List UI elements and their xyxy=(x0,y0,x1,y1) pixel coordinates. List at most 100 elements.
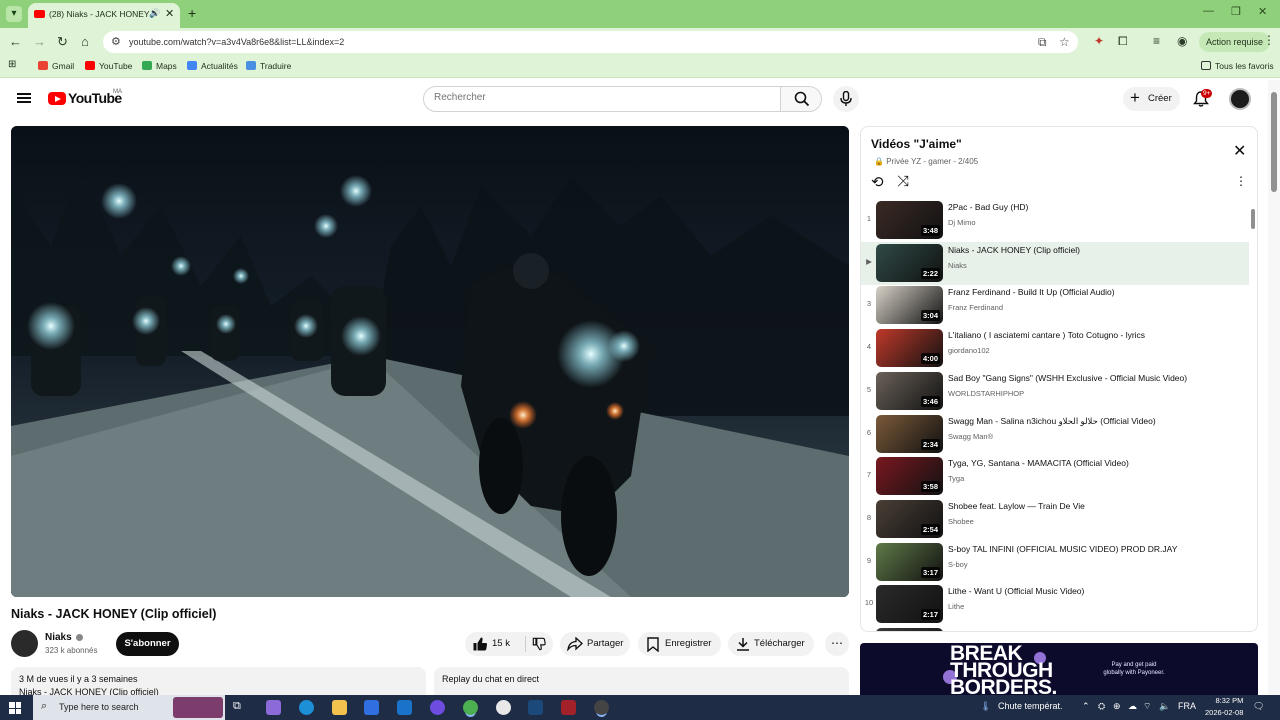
bookmark-actualites[interactable]: Actualités xyxy=(187,61,238,71)
playlist-item[interactable]: 7 3:58 Tyga, YG, Santana - MAMACITA (Offic… xyxy=(861,455,1249,498)
shuffle-icon[interactable]: ⤨ xyxy=(897,173,909,190)
playlist-item-thumbnail[interactable]: 4:00 xyxy=(876,329,943,368)
tray-app-icon[interactable]: ⛭ xyxy=(1098,701,1105,712)
playlist-item[interactable]: 6 2:34 Swagg Man - Salina n3ichou حلالو ال… xyxy=(861,413,1249,456)
app-icon[interactable] xyxy=(430,700,445,715)
playlist-item[interactable]: ▶ 2:22 Niaks - JACK HONEY (Clip officiel) N… xyxy=(861,241,1249,285)
dislike-button[interactable] xyxy=(526,632,553,656)
minimize-icon[interactable]: — xyxy=(1203,5,1214,17)
playlist-title[interactable]: Vidéos "J'aime" xyxy=(871,137,962,151)
playlist-item-channel[interactable]: WORLDSTARHIPHOP xyxy=(948,389,1024,398)
playlist-item-channel[interactable]: Swagg Man® xyxy=(948,432,993,441)
tray-app-icon[interactable]: ⊕ xyxy=(1113,701,1121,712)
taskbar-search[interactable]: ⌕ Type here to search xyxy=(33,695,225,720)
playlist-item[interactable]: 4 4:00 L'italiano ( I asciatemi cantare ) … xyxy=(861,327,1249,370)
playlist-item-title[interactable]: L'italiano ( I asciatemi cantare ) Toto … xyxy=(948,330,1248,340)
notification-center-icon[interactable]: 🗨 xyxy=(1253,701,1264,712)
save-button[interactable]: Enregistrer xyxy=(638,632,721,656)
playlist-item-thumbnail[interactable]: 2:34 xyxy=(876,414,943,453)
playlist-item[interactable]: Lithe - 111 (Official Music Video) xyxy=(861,626,1249,631)
video-player[interactable] xyxy=(11,126,849,597)
weather-text[interactable]: Chute températ. xyxy=(998,701,1063,711)
search-button[interactable] xyxy=(780,86,822,112)
edge-icon[interactable] xyxy=(299,700,314,715)
extensions-puzzle-icon[interactable]: ⧠ xyxy=(1118,34,1128,49)
playlist-item[interactable]: 10 2:17 Lithe - Want U (Official Music Vid… xyxy=(861,583,1249,626)
playlist-item-channel[interactable]: Franz Ferdinand xyxy=(948,303,1003,312)
copilot-icon[interactable] xyxy=(266,700,281,715)
reading-list-icon[interactable]: ≡ xyxy=(1153,34,1160,48)
bookmark-gmail[interactable]: Gmail xyxy=(38,61,74,71)
url-text[interactable]: youtube.com/watch?v=a3v4Va8r6e8&list=LL&… xyxy=(129,37,344,47)
playlist-item-title[interactable]: Tyga, YG, Santana - MAMACITA (Official V… xyxy=(948,458,1248,468)
playlist-item-thumbnail[interactable] xyxy=(876,628,943,631)
browser-menu-icon[interactable]: ⋮ xyxy=(1263,33,1275,47)
wifi-icon[interactable]: ⌔ xyxy=(1143,701,1151,712)
search-box[interactable] xyxy=(423,86,781,112)
playlist-item[interactable]: 3 3:04 Franz Ferdinand - Build It Up (Offi… xyxy=(861,284,1249,327)
apps-grid-icon[interactable]: ⊞ xyxy=(8,59,16,70)
windows-start-icon[interactable] xyxy=(9,702,21,714)
tray-chevron-icon[interactable]: ⌃ xyxy=(1082,701,1090,712)
cloud-icon[interactable]: ☁ xyxy=(1128,701,1137,712)
playlist-item-title[interactable]: Sad Boy "Gang Signs" (WSHH Exclusive - O… xyxy=(948,373,1248,383)
search-input[interactable] xyxy=(434,92,764,103)
playlist-item[interactable]: 8 2:54 Shobee feat. Laylow — Train De Vie S… xyxy=(861,498,1249,541)
playlist-item-title[interactable]: Lithe - 111 (Official Music Video) xyxy=(948,629,1248,631)
playlist-item-title[interactable]: Franz Ferdinand - Build It Up (Official … xyxy=(948,287,1248,297)
playlist-item-thumbnail[interactable]: 3:17 xyxy=(876,542,943,581)
playlist-item-thumbnail[interactable]: 3:04 xyxy=(876,286,943,325)
loop-icon[interactable]: ⟲ xyxy=(871,173,884,191)
playlist-scrollbar[interactable] xyxy=(1251,209,1255,229)
obs-icon[interactable] xyxy=(594,700,609,715)
playlist-item-title[interactable]: Niaks - JACK HONEY (Clip officiel) xyxy=(948,245,1248,255)
extension-butterfly-icon[interactable]: ✦ xyxy=(1094,34,1104,48)
bookmark-traduire[interactable]: Traduire xyxy=(246,61,291,71)
task-view-icon[interactable]: ⧉ xyxy=(233,700,248,715)
chrome-icon[interactable] xyxy=(463,700,478,715)
create-button[interactable]: + Créer xyxy=(1123,87,1180,111)
tab-close-icon[interactable]: ✕ xyxy=(165,7,174,20)
back-icon[interactable]: ← xyxy=(9,34,22,49)
playlist-item-thumbnail[interactable]: 3:58 xyxy=(876,457,943,496)
window-close-icon[interactable]: ✕ xyxy=(1258,5,1267,18)
channel-name[interactable]: Niaks xyxy=(45,632,72,643)
playlist-owner[interactable]: YZ - gamer xyxy=(911,157,951,166)
file-explorer-icon[interactable] xyxy=(332,700,347,715)
restore-icon[interactable]: ❐ xyxy=(1231,5,1241,18)
outlook-icon[interactable] xyxy=(397,700,412,715)
playlist-item-thumbnail[interactable]: 2:54 xyxy=(876,499,943,538)
playlist-item-title[interactable]: Swagg Man - Salina n3ichou حلالو الحلاو … xyxy=(948,416,1248,427)
playlist-item[interactable]: 9 3:17 S-boy TAL INFINI (OFFICIAL MUSIC VI… xyxy=(861,541,1249,584)
omnibox[interactable]: ⚙ youtube.com/watch?v=a3v4Va8r6e8&list=L… xyxy=(103,31,1078,53)
site-info-icon[interactable]: ⚙ xyxy=(111,35,121,48)
page-scrollbar-thumb[interactable] xyxy=(1271,92,1277,192)
install-app-icon[interactable]: ⧉ xyxy=(1038,35,1047,50)
reload-icon[interactable]: ↻ xyxy=(57,34,68,50)
weather-icon[interactable]: 🌡 xyxy=(980,701,991,712)
subscribe-button[interactable]: S'abonner xyxy=(116,632,179,656)
ad-banner[interactable]: BREAK THROUGH BORDERS. Pay and get paid … xyxy=(860,643,1258,703)
page-scrollbar[interactable] xyxy=(1268,80,1280,695)
browser-tab-active[interactable]: (28) Niaks - JACK HONEY (C 🔊 ✕ xyxy=(28,3,180,28)
playlist-item[interactable]: 1 3:48 2Pac - Bad Guy (HD) Dj Mimo xyxy=(861,199,1249,242)
playlist-item-title[interactable]: Shobee feat. Laylow — Train De Vie xyxy=(948,501,1248,511)
like-button[interactable]: 15 k xyxy=(465,632,525,656)
playlist-item-channel[interactable]: Lithe xyxy=(948,602,964,611)
bookmark-star-icon[interactable]: ☆ xyxy=(1059,35,1070,49)
clock[interactable]: 8:32 PM 2026-02-08 xyxy=(1205,695,1243,719)
playlist-item-thumbnail[interactable]: 2:17 xyxy=(876,585,943,624)
channel-avatar[interactable] xyxy=(11,630,38,657)
playlist-item-title[interactable]: S-boy TAL INFINI (OFFICIAL MUSIC VIDEO) … xyxy=(948,544,1248,554)
playlist-item-channel[interactable]: Shobee xyxy=(948,517,974,526)
game-launcher-icon[interactable] xyxy=(561,700,576,715)
close-playlist-icon[interactable]: ✕ xyxy=(1233,141,1246,161)
tab-search-menu-icon[interactable]: ▾ xyxy=(6,6,22,22)
home-icon[interactable]: ⌂ xyxy=(81,34,89,49)
menu-hamburger-icon[interactable] xyxy=(17,93,31,103)
profile-icon[interactable]: ◉ xyxy=(1177,34,1187,48)
volume-icon[interactable]: 🔈 xyxy=(1159,701,1170,712)
github-icon[interactable] xyxy=(496,700,511,715)
youtube-logo-icon[interactable] xyxy=(48,92,66,105)
playlist-item[interactable]: 5 3:46 Sad Boy "Gang Signs" (WSHH Exclusiv… xyxy=(861,370,1249,413)
